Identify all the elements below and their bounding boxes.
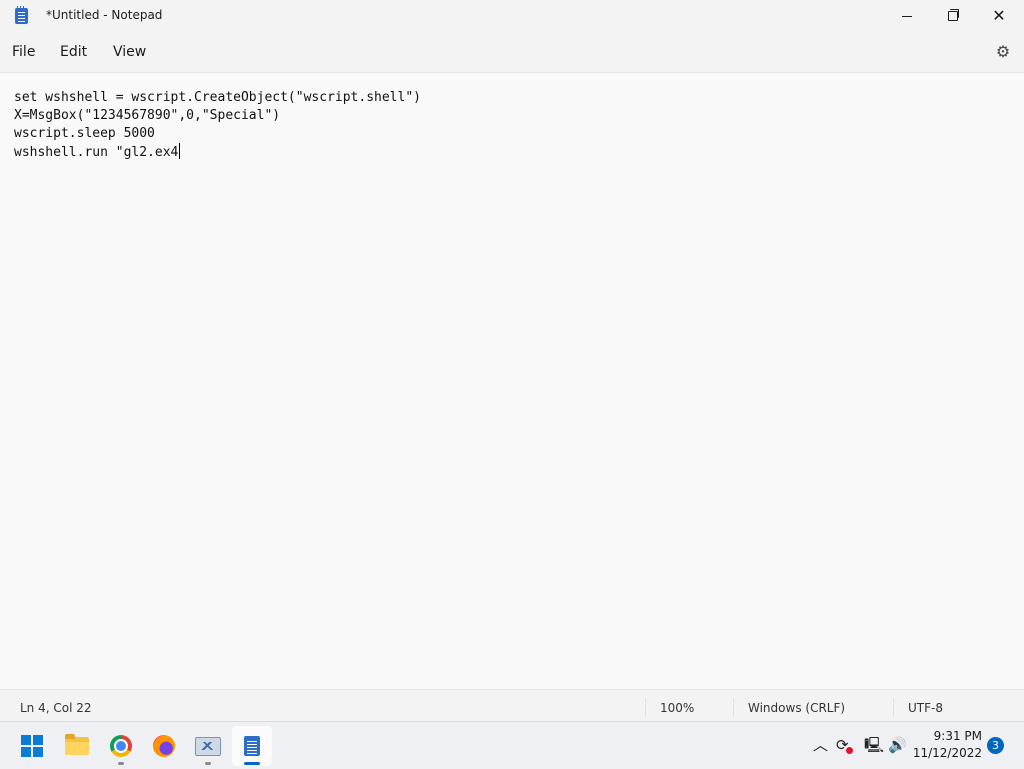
active-indicator xyxy=(244,762,260,765)
menu-bar: File Edit View ⚙ xyxy=(0,32,1024,73)
line-ending: Windows (CRLF) xyxy=(748,701,846,715)
window-title: *Untitled - Notepad xyxy=(46,8,163,22)
taskbar-firefox[interactable] xyxy=(144,726,184,766)
taskbar-file-explorer[interactable] xyxy=(57,726,97,766)
menu-file[interactable]: File xyxy=(12,44,35,60)
notepad-icon xyxy=(15,6,28,24)
editor-line: wshshell.run "gl2.ex4 xyxy=(14,145,179,160)
zoom-level: 100% xyxy=(660,701,695,715)
status-divider xyxy=(733,698,734,716)
system-clock[interactable]: 9:31 PM 11/12/2022 xyxy=(912,728,982,762)
resource-monitor-icon xyxy=(195,736,221,756)
status-divider xyxy=(893,698,894,716)
status-bar: Ln 4, Col 22 100% Windows (CRLF) UTF-8 xyxy=(0,689,1024,722)
editor-line: X=MsgBox("1234567890",0,"Special") xyxy=(14,108,281,123)
start-button[interactable] xyxy=(12,726,52,766)
close-button[interactable]: ✕ xyxy=(976,0,1022,32)
clock-time: 9:31 PM xyxy=(933,729,982,743)
taskbar: ︿ ⟳ 🖳 🔊 9:31 PM 11/12/2022 3 xyxy=(0,721,1024,769)
notepad-icon xyxy=(244,736,260,756)
file-explorer-icon xyxy=(65,734,89,755)
maximize-button[interactable] xyxy=(930,0,976,32)
text-editor[interactable]: set wshshell = wscript.CreateObject("wsc… xyxy=(0,73,1024,689)
taskbar-notepad[interactable] xyxy=(232,726,272,766)
title-bar[interactable]: *Untitled - Notepad ✕ xyxy=(0,0,1024,32)
taskbar-chrome[interactable] xyxy=(101,726,141,766)
minimize-icon xyxy=(902,15,912,17)
taskbar-resource-monitor[interactable] xyxy=(188,726,228,766)
update-alert-dot xyxy=(846,747,853,754)
text-caret xyxy=(179,143,181,159)
start-icon xyxy=(21,735,43,757)
editor-content[interactable]: set wshshell = wscript.CreateObject("wsc… xyxy=(14,89,421,162)
restore-icon xyxy=(948,9,959,21)
chevron-up-icon[interactable]: ︿ xyxy=(813,735,828,755)
clock-date: 11/12/2022 xyxy=(912,746,982,760)
status-divider xyxy=(645,698,646,716)
cursor-position: Ln 4, Col 22 xyxy=(20,701,92,715)
running-indicator xyxy=(118,762,124,765)
close-icon: ✕ xyxy=(992,6,1006,25)
minimize-button[interactable] xyxy=(884,0,930,32)
volume-icon[interactable]: 🔊 xyxy=(888,735,907,755)
editor-line: wscript.sleep 5000 xyxy=(14,126,155,141)
editor-line: set wshshell = wscript.CreateObject("wsc… xyxy=(14,90,421,105)
network-icon[interactable]: 🖳 xyxy=(864,735,884,755)
running-indicator xyxy=(205,762,211,765)
gear-icon[interactable]: ⚙ xyxy=(994,43,1012,61)
encoding: UTF-8 xyxy=(908,701,943,715)
menu-edit[interactable]: Edit xyxy=(60,44,87,60)
notification-badge[interactable]: 3 xyxy=(987,737,1004,754)
notepad-window: *Untitled - Notepad ✕ File Edit View ⚙ s… xyxy=(0,0,1024,722)
firefox-icon xyxy=(153,735,175,757)
menu-view[interactable]: View xyxy=(113,44,146,60)
chrome-icon xyxy=(110,735,132,757)
